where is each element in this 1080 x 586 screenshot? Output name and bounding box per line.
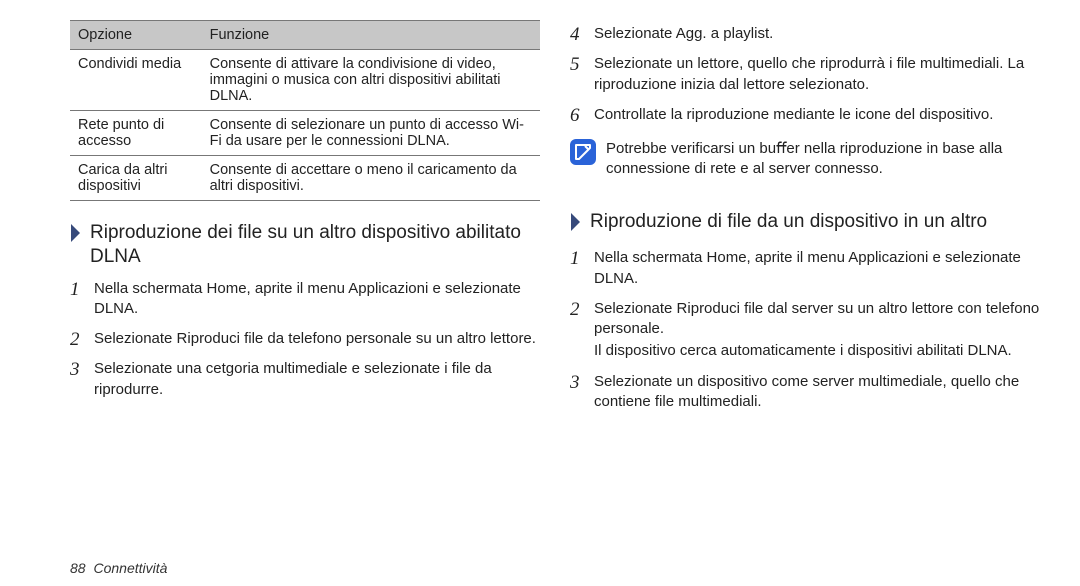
footer-section: Connettività: [93, 560, 167, 576]
section-a-title: Riproduzione dei ﬁle su un altro disposi…: [70, 221, 540, 269]
cell-function: Consente di selezionare un punto di acce…: [202, 111, 540, 156]
step-item: Nella schermata Home, aprite il menu App…: [70, 279, 540, 320]
step-item: Selezionate un lettore, quello che ripro…: [570, 54, 1040, 95]
continued-steps: Selezionate Agg. a playlist. Selezionate…: [570, 24, 1040, 135]
step-item: Selezionate Agg. a playlist.: [570, 24, 1040, 44]
note-icon: [570, 139, 596, 165]
table-header-row: Opzione Funzione: [70, 21, 540, 50]
left-column: Opzione Funzione Condividi media Consent…: [70, 20, 540, 566]
step-item: Controllate la riproduzione mediante le …: [570, 105, 1040, 125]
cell-option: Carica da altri dispositivi: [70, 156, 202, 201]
table-row: Rete punto di accesso Consente di selezi…: [70, 111, 540, 156]
step-item: Selezionate una cetgoria multimediale e …: [70, 359, 540, 400]
table-row: Carica da altri dispositivi Consente di …: [70, 156, 540, 201]
step-subtext: Il dispositivo cerca automaticamente i d…: [594, 341, 1040, 361]
note-text: Potrebbe veriﬁcarsi un buﬀer nella ripro…: [606, 139, 1040, 180]
section-a-title-text: Riproduzione dei ﬁle su un altro disposi…: [90, 221, 540, 269]
step-item: Selezionate Riproduci ﬁle dal server su …: [570, 299, 1040, 362]
step-item: Selezionate un dispositivo come server m…: [570, 372, 1040, 413]
manual-page: Opzione Funzione Condividi media Consent…: [0, 0, 1080, 586]
header-option: Opzione: [70, 21, 202, 50]
cell-function: Consente di accettare o meno il caricame…: [202, 156, 540, 201]
step-item: Nella schermata Home, aprite il menu App…: [570, 248, 1040, 289]
chevron-right-icon: [70, 223, 84, 250]
section-a-steps: Nella schermata Home, aprite il menu App…: [70, 279, 540, 410]
step-item: Selezionate Riproduci ﬁle da telefono pe…: [70, 329, 540, 349]
options-table: Opzione Funzione Condividi media Consent…: [70, 20, 540, 201]
header-function: Funzione: [202, 21, 540, 50]
section-b-title: Riproduzione di ﬁle da un dispositivo in…: [570, 210, 1040, 239]
table-row: Condividi media Consente di attivare la …: [70, 50, 540, 111]
cell-option: Condividi media: [70, 50, 202, 111]
note-block: Potrebbe veriﬁcarsi un buﬀer nella ripro…: [570, 139, 1040, 180]
section-b-title-text: Riproduzione di ﬁle da un dispositivo in…: [590, 210, 1040, 234]
chevron-right-icon: [570, 212, 584, 239]
page-footer: 88 Connettività: [70, 560, 167, 576]
cell-option: Rete punto di accesso: [70, 111, 202, 156]
cell-function: Consente di attivare la condivisione di …: [202, 50, 540, 111]
step-text: Selezionate Riproduci ﬁle dal server su …: [594, 300, 1039, 337]
section-b-steps: Nella schermata Home, aprite il menu App…: [570, 248, 1040, 422]
right-column: Selezionate Agg. a playlist. Selezionate…: [570, 20, 1040, 566]
page-number: 88: [70, 560, 86, 576]
